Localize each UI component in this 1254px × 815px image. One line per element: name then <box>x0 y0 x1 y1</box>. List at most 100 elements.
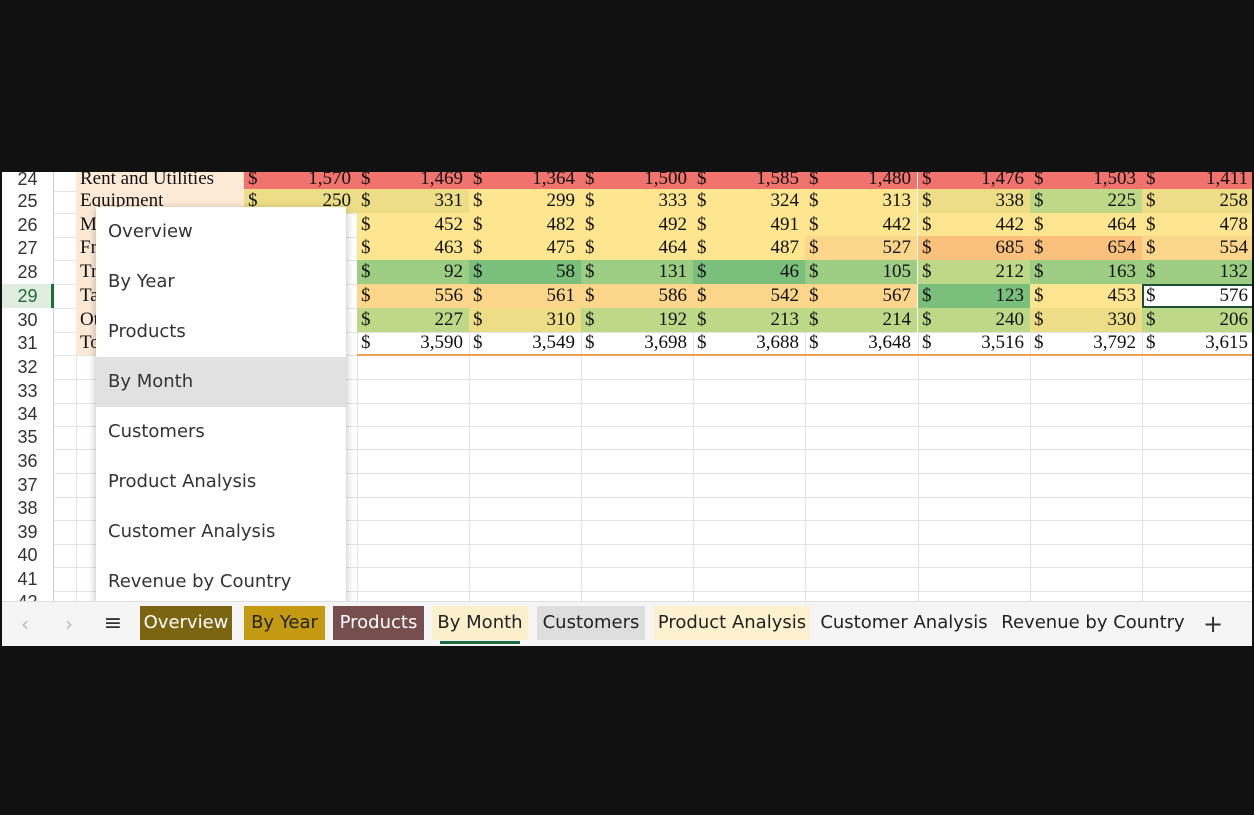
value-cell[interactable]: $330 <box>1030 308 1142 332</box>
value-cell[interactable]: $123 <box>918 284 1030 308</box>
value-cell[interactable]: $654 <box>1030 236 1142 260</box>
value-cell[interactable]: $92 <box>357 260 469 284</box>
value-cell[interactable]: $487 <box>693 236 805 260</box>
row-header[interactable]: 26 <box>2 213 54 237</box>
value-cell[interactable]: $3,648 <box>805 331 917 355</box>
value-cell[interactable]: $3,549 <box>469 331 581 355</box>
value-cell[interactable]: $313 <box>805 189 917 213</box>
value-cell[interactable]: $3,615 <box>1142 331 1252 355</box>
row-header[interactable]: 42 <box>2 590 54 601</box>
value-cell[interactable]: $491 <box>693 213 805 237</box>
menu-item-customers[interactable]: Customers <box>96 407 346 457</box>
tab-by-month[interactable]: By Month <box>432 606 528 644</box>
value-cell[interactable]: $542 <box>693 284 805 308</box>
row-header[interactable]: 29 <box>2 284 54 308</box>
value-cell[interactable]: $576 <box>1142 284 1252 308</box>
scroll-tabs-right-icon[interactable]: › <box>56 610 82 638</box>
menu-item-products[interactable]: Products <box>96 307 346 357</box>
value-cell[interactable]: $3,698 <box>581 331 693 355</box>
value-cell[interactable]: $478 <box>1142 213 1252 237</box>
value-cell[interactable]: $105 <box>805 260 917 284</box>
row-header[interactable]: 32 <box>2 355 54 379</box>
value-cell[interactable]: $453 <box>1030 284 1142 308</box>
row-header[interactable]: 31 <box>2 331 54 355</box>
value-cell[interactable]: $225 <box>1030 189 1142 213</box>
menu-item-customer-analysis[interactable]: Customer Analysis <box>96 507 346 557</box>
value-cell[interactable]: $333 <box>581 189 693 213</box>
menu-item-revenue-by-country[interactable]: Revenue by Country <box>96 557 346 607</box>
value-cell[interactable]: $58 <box>469 260 581 284</box>
menu-item-by-month[interactable]: By Month <box>96 357 346 407</box>
cell-value: 453 <box>1107 285 1137 306</box>
value-cell[interactable]: $3,516 <box>918 331 1030 355</box>
add-sheet-icon[interactable]: + <box>1200 610 1226 638</box>
value-cell[interactable]: $475 <box>469 236 581 260</box>
tab-products[interactable]: Products <box>333 606 424 640</box>
row-header[interactable]: 28 <box>2 260 54 284</box>
value-cell[interactable]: $492 <box>581 213 693 237</box>
value-cell[interactable]: $227 <box>357 308 469 332</box>
value-cell[interactable]: $463 <box>357 236 469 260</box>
value-cell[interactable]: $554 <box>1142 236 1252 260</box>
row-header[interactable]: 25 <box>2 189 54 213</box>
value-cell[interactable]: $338 <box>918 189 1030 213</box>
value-cell[interactable]: $442 <box>805 213 917 237</box>
value-cell[interactable]: $527 <box>805 236 917 260</box>
tab-product-analysis[interactable]: Product Analysis <box>654 606 810 640</box>
currency-symbol: $ <box>1034 261 1044 282</box>
tab-overview[interactable]: Overview <box>140 606 232 640</box>
row-header[interactable]: 34 <box>2 402 54 426</box>
row-header[interactable]: 33 <box>2 379 54 403</box>
value-cell[interactable]: $206 <box>1142 308 1252 332</box>
row-header[interactable]: 39 <box>2 520 54 544</box>
value-cell[interactable]: $213 <box>693 308 805 332</box>
value-cell[interactable]: $586 <box>581 284 693 308</box>
value-cell[interactable]: $452 <box>357 213 469 237</box>
value-cell[interactable]: $258 <box>1142 189 1252 213</box>
sheet-list-menu: Overview By Year Products By Month Custo… <box>96 207 346 607</box>
value-cell[interactable]: $482 <box>469 213 581 237</box>
value-cell[interactable]: $240 <box>918 308 1030 332</box>
menu-item-by-year[interactable]: By Year <box>96 257 346 307</box>
menu-item-product-analysis[interactable]: Product Analysis <box>96 457 346 507</box>
scroll-tabs-left-icon[interactable]: ‹ <box>12 610 38 638</box>
value-cell[interactable]: $46 <box>693 260 805 284</box>
row-header[interactable]: 38 <box>2 496 54 520</box>
menu-item-overview[interactable]: Overview <box>96 207 346 257</box>
row-header[interactable]: 36 <box>2 449 54 473</box>
value-cell[interactable]: $163 <box>1030 260 1142 284</box>
value-cell[interactable]: $192 <box>581 308 693 332</box>
value-cell[interactable]: $324 <box>693 189 805 213</box>
row-header[interactable]: 40 <box>2 543 54 567</box>
value-cell[interactable]: $561 <box>469 284 581 308</box>
currency-symbol: $ <box>585 285 595 306</box>
row-header[interactable]: 41 <box>2 567 54 591</box>
tab-by-year[interactable]: By Year <box>244 606 325 640</box>
value-cell[interactable]: $310 <box>469 308 581 332</box>
all-sheets-menu-icon[interactable]: ≡ <box>100 610 126 638</box>
value-cell[interactable]: $556 <box>357 284 469 308</box>
value-cell[interactable]: $464 <box>1030 213 1142 237</box>
row-header[interactable]: 30 <box>2 308 54 332</box>
tab-revenue-by-country[interactable]: Revenue by Country <box>998 606 1188 640</box>
currency-symbol: $ <box>473 332 483 353</box>
row-header[interactable]: 37 <box>2 473 54 497</box>
value-cell[interactable]: $331 <box>357 189 469 213</box>
value-cell[interactable]: $567 <box>805 284 917 308</box>
value-cell[interactable]: $212 <box>918 260 1030 284</box>
cell-value: 206 <box>1219 309 1249 330</box>
value-cell[interactable]: $685 <box>918 236 1030 260</box>
row-header[interactable]: 27 <box>2 236 54 260</box>
value-cell[interactable]: $3,590 <box>357 331 469 355</box>
row-header[interactable]: 35 <box>2 425 54 449</box>
value-cell[interactable]: $3,792 <box>1030 331 1142 355</box>
value-cell[interactable]: $132 <box>1142 260 1252 284</box>
value-cell[interactable]: $214 <box>805 308 917 332</box>
value-cell[interactable]: $442 <box>918 213 1030 237</box>
value-cell[interactable]: $3,688 <box>693 331 805 355</box>
value-cell[interactable]: $131 <box>581 260 693 284</box>
value-cell[interactable]: $464 <box>581 236 693 260</box>
tab-customer-analysis[interactable]: Customer Analysis <box>818 606 990 640</box>
tab-customers[interactable]: Customers <box>537 606 645 640</box>
value-cell[interactable]: $299 <box>469 189 581 213</box>
